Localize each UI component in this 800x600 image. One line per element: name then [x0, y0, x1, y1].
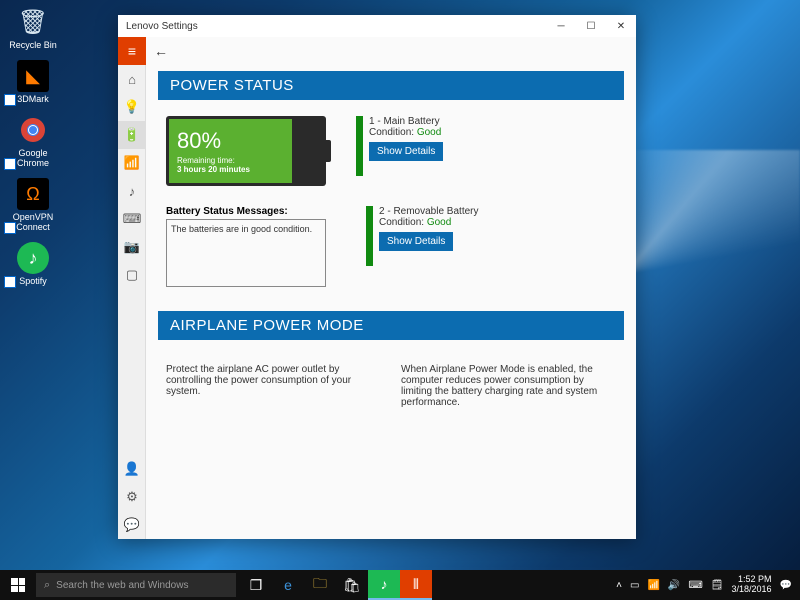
status-messages-box: The batteries are in good condition.: [166, 219, 326, 287]
sidebar-display-icon[interactable]: ▢: [118, 261, 146, 289]
task-view-icon[interactable]: ❐: [240, 570, 272, 600]
battery-percent: 80%: [177, 128, 284, 154]
battery-remaining-label: Remaining time:: [177, 156, 284, 165]
start-button[interactable]: [0, 570, 36, 600]
spotify-icon: ♪: [17, 242, 49, 274]
sidebar: ≡ ⌂ 💡 🔋 📶 ♪ ⌨ 📷 ▢ 👤 ⚙ 💬: [118, 37, 146, 539]
clock-date: 3/18/2016: [732, 585, 772, 595]
battery-bar-icon: [356, 116, 363, 176]
status-messages-label: Battery Status Messages:: [166, 206, 336, 217]
battery-fill: 80% Remaining time: 3 hours 20 minutes: [169, 119, 292, 183]
main-battery-title: 1 - Main Battery: [369, 116, 443, 127]
system-tray: ˄ ▭ 📶 🔊 ⌨ 🗒 1:52 PM 3/18/2016 💬: [608, 575, 800, 595]
chrome-icon: [17, 114, 49, 146]
back-button[interactable]: ←: [154, 43, 168, 59]
sidebar-input-icon[interactable]: ⌨: [118, 205, 146, 233]
sidebar-camera-icon[interactable]: 📷: [118, 233, 146, 261]
condition-value: Good: [417, 127, 441, 138]
window-title: Lenovo Settings: [126, 21, 198, 32]
section-header-airplane: AIRPLANE POWER MODE: [158, 311, 624, 340]
show-details-button-removable[interactable]: Show Details: [379, 232, 453, 251]
battery-bar-icon: [366, 206, 373, 266]
show-details-button-main[interactable]: Show Details: [369, 142, 443, 161]
battery-remaining-time: 3 hours 20 minutes: [177, 165, 284, 174]
tray-keyboard-icon[interactable]: ⌨: [688, 580, 702, 591]
minimize-button[interactable]: ─: [546, 15, 576, 37]
desktop-icon-label: 3DMark: [17, 94, 49, 104]
search-box[interactable]: ⌕ Search the web and Windows: [36, 573, 236, 597]
maximize-button[interactable]: ☐: [576, 15, 606, 37]
sidebar-power-icon[interactable]: 🔋: [118, 121, 146, 149]
tray-network-icon[interactable]: 📶: [647, 580, 659, 591]
recycle-bin-icon: 🗑: [17, 6, 49, 38]
status-messages-text: The batteries are in good condition.: [171, 224, 312, 234]
clock[interactable]: 1:52 PM 3/18/2016: [732, 575, 772, 595]
desktop-icon-label: OpenVPN Connect: [6, 212, 60, 232]
tray-battery-icon[interactable]: ▭: [630, 580, 639, 591]
airplane-description: Protect the airplane AC power outlet by …: [146, 356, 636, 416]
sidebar-network-icon[interactable]: 📶: [118, 149, 146, 177]
notifications-icon[interactable]: 💬: [780, 580, 792, 591]
content-area: ← POWER STATUS 80% Remaining time: 3 hou…: [146, 37, 636, 539]
battery-visual: 80% Remaining time: 3 hours 20 minutes: [166, 116, 326, 186]
main-battery-info: 1 - Main Battery Condition: Good Show De…: [356, 116, 443, 186]
taskbar-lenovo-icon[interactable]: ⦀: [400, 570, 432, 600]
desktop-icon-label: Recycle Bin: [9, 40, 57, 50]
airplane-desc-left: Protect the airplane AC power outlet by …: [166, 364, 381, 408]
tray-chevron-icon[interactable]: ˄: [616, 580, 622, 591]
windows-logo-icon: [11, 578, 25, 592]
close-button[interactable]: ✕: [606, 15, 636, 37]
section-header-power: POWER STATUS: [158, 71, 624, 100]
sidebar-feedback-icon[interactable]: 💬: [118, 511, 146, 539]
taskbar: ⌕ Search the web and Windows ❐ e 🗀 🛍 ♪ ⦀…: [0, 570, 800, 600]
sidebar-tips-icon[interactable]: 💡: [118, 93, 146, 121]
removable-battery-title: 2 - Removable Battery: [379, 206, 479, 217]
sidebar-settings-icon[interactable]: ⚙: [118, 483, 146, 511]
sidebar-audio-icon[interactable]: ♪: [118, 177, 146, 205]
tray-notes-icon[interactable]: 🗒: [711, 580, 724, 591]
desktop-icon-openvpn[interactable]: Ω OpenVPN Connect: [4, 176, 62, 234]
desktop-icon-label: Spotify: [19, 276, 47, 286]
search-placeholder: Search the web and Windows: [56, 580, 188, 591]
openvpn-icon: Ω: [17, 178, 49, 210]
condition-label: Condition:: [379, 217, 427, 228]
removable-battery-info: 2 - Removable Battery Condition: Good Sh…: [366, 206, 479, 287]
desktop-icon-chrome[interactable]: Google Chrome: [4, 112, 62, 170]
desktop-icon-spotify[interactable]: ♪ Spotify: [4, 240, 62, 288]
taskbar-store-icon[interactable]: 🛍: [336, 570, 368, 600]
desktop-icon-label: Google Chrome: [6, 148, 60, 168]
titlebar[interactable]: Lenovo Settings ─ ☐ ✕: [118, 15, 636, 37]
3dmark-icon: ◣: [17, 60, 49, 92]
taskbar-spotify-icon[interactable]: ♪: [368, 570, 400, 600]
app-window: Lenovo Settings ─ ☐ ✕ ≡ ⌂ 💡 🔋 📶 ♪ ⌨ 📷 ▢ …: [118, 15, 636, 539]
taskbar-edge-icon[interactable]: e: [272, 570, 304, 600]
desktop-icons: 🗑 Recycle Bin ◣ 3DMark Google Chrome Ω O…: [4, 4, 62, 288]
sidebar-user-icon[interactable]: 👤: [118, 455, 146, 483]
condition-value: Good: [427, 217, 451, 228]
sidebar-home-icon[interactable]: ⌂: [118, 65, 146, 93]
airplane-desc-right: When Airplane Power Mode is enabled, the…: [401, 364, 616, 408]
hamburger-menu[interactable]: ≡: [118, 37, 146, 65]
tray-volume-icon[interactable]: 🔊: [668, 580, 680, 591]
desktop-icon-3dmark[interactable]: ◣ 3DMark: [4, 58, 62, 106]
desktop-icon-recycle-bin[interactable]: 🗑 Recycle Bin: [4, 4, 62, 52]
taskbar-explorer-icon[interactable]: 🗀: [304, 570, 336, 600]
search-icon: ⌕: [44, 579, 50, 592]
condition-label: Condition:: [369, 127, 417, 138]
